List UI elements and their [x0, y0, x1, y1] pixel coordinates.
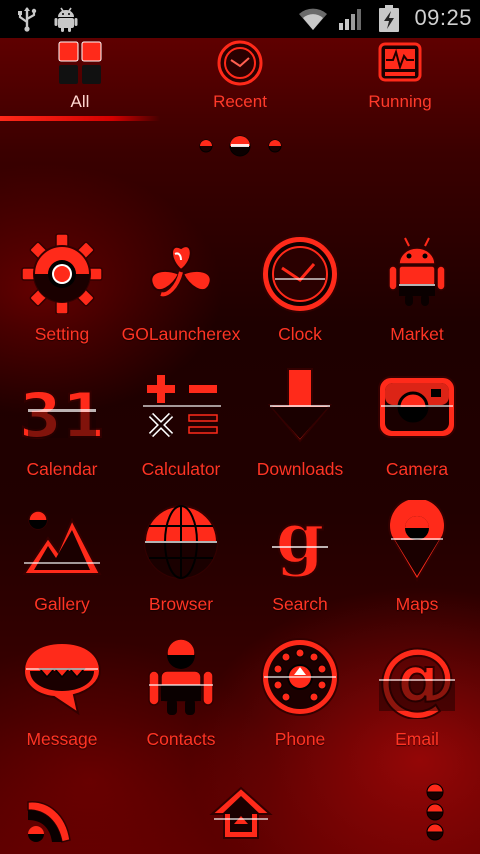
- app-maps[interactable]: Maps: [357, 496, 477, 620]
- globe-icon: [139, 500, 223, 584]
- app-label: Setting: [34, 324, 90, 344]
- page-dot: [199, 139, 213, 153]
- app-message[interactable]: Message: [2, 635, 122, 755]
- app-email[interactable]: @ Email: [357, 630, 477, 755]
- app-camera[interactable]: Camera: [357, 365, 477, 485]
- app-label: Contacts: [146, 729, 216, 749]
- status-time: 09:25: [414, 5, 472, 30]
- app-label: Calendar: [26, 459, 98, 479]
- app-label: Market: [390, 324, 444, 344]
- dock: [0, 780, 480, 854]
- gear-icon: [20, 230, 104, 315]
- speech-bubble-icon: [20, 635, 104, 719]
- drawer-tabs: All Recent Running: [0, 38, 480, 124]
- app-calculator[interactable]: Calculator: [121, 365, 241, 485]
- apps-grid-icon: [57, 40, 103, 90]
- svg-text:g: g: [276, 500, 325, 579]
- clock-icon: [258, 230, 342, 314]
- app-label: Gallery: [34, 594, 90, 614]
- menu-dots-icon[interactable]: [418, 782, 452, 846]
- at-sign-icon: @: [375, 630, 459, 725]
- wifi-icon: [298, 7, 328, 35]
- page-indicator: [190, 130, 290, 160]
- mountains-icon: [20, 500, 104, 584]
- page-dot: [268, 139, 282, 153]
- app-golauncherex[interactable]: GOLauncherex: [121, 230, 241, 350]
- home-screen: 09:25 All Recent Running Setting GOLaunc…: [0, 0, 480, 854]
- status-bar: 09:25: [0, 0, 480, 38]
- clock-icon: [217, 40, 263, 90]
- app-label: Camera: [385, 459, 449, 479]
- battery-charging-icon: [378, 5, 400, 37]
- tab-all[interactable]: All: [0, 38, 160, 121]
- rotary-dial-icon: [258, 635, 342, 719]
- usb-icon: [16, 6, 38, 36]
- app-contacts[interactable]: Contacts: [121, 635, 241, 755]
- app-label: Phone: [274, 729, 326, 749]
- android-debug-icon: [54, 6, 78, 36]
- app-calendar[interactable]: 31 Calendar: [2, 365, 122, 485]
- camera-icon: [375, 365, 459, 449]
- tab-recent-label: Recent: [213, 92, 267, 111]
- monitor-pulse-icon: [377, 40, 423, 90]
- app-label: Message: [26, 729, 98, 749]
- app-downloads[interactable]: Downloads: [240, 365, 360, 485]
- app-label: GOLauncherex: [121, 324, 241, 344]
- home-icon[interactable]: [208, 784, 274, 848]
- app-phone[interactable]: Phone: [240, 635, 360, 755]
- app-label: Calculator: [141, 459, 221, 479]
- android-robot-icon: [375, 230, 459, 314]
- app-market[interactable]: Market: [357, 230, 477, 350]
- app-label: Search: [272, 594, 328, 614]
- app-browser[interactable]: Browser: [121, 500, 241, 620]
- page-dot-current: [229, 135, 251, 157]
- calculator-icon: [139, 365, 223, 449]
- app-label: Downloads: [256, 459, 344, 479]
- app-gallery[interactable]: Gallery: [2, 500, 122, 620]
- heart-clover-icon: [139, 230, 223, 314]
- tab-recent[interactable]: Recent: [160, 38, 320, 118]
- app-clock[interactable]: Clock: [240, 230, 360, 350]
- tab-all-label: All: [70, 92, 90, 111]
- signal-icon: [338, 7, 364, 35]
- calendar-31-icon: 31: [18, 365, 106, 453]
- download-arrow-icon: [258, 365, 342, 449]
- app-label: Browser: [148, 594, 214, 614]
- person-icon: [139, 635, 223, 719]
- phone-handset-icon[interactable]: [22, 790, 78, 850]
- app-label: Email: [395, 729, 439, 749]
- tab-active-indicator: [0, 116, 160, 121]
- map-pin-icon: [375, 496, 459, 584]
- app-search[interactable]: g Search: [240, 495, 360, 620]
- tab-running-label: Running: [368, 92, 432, 111]
- tab-running[interactable]: Running: [320, 38, 480, 118]
- google-g-icon: g: [258, 495, 342, 584]
- app-setting[interactable]: Setting: [2, 230, 122, 350]
- app-label: Clock: [278, 324, 322, 344]
- app-label: Maps: [395, 594, 439, 614]
